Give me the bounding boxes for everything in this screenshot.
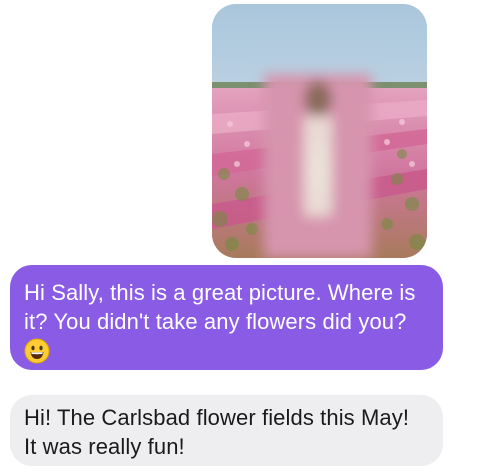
outgoing-message-line-2: it? You didn't take any flowers did you? bbox=[24, 309, 407, 334]
grinning-face-icon bbox=[24, 338, 50, 364]
incoming-message-bubble[interactable]: Hi! The Carlsbad flower fields this May!… bbox=[10, 395, 443, 466]
incoming-message-line-1: Hi! The Carlsbad flower fields this May! bbox=[24, 405, 410, 430]
outgoing-message-bubble[interactable]: Hi Sally, this is a great picture. Where… bbox=[10, 265, 443, 370]
outgoing-message-line-1: Hi Sally, this is a great picture. Where… bbox=[24, 280, 416, 305]
shared-photo[interactable] bbox=[212, 4, 427, 258]
flower-field-photo-icon bbox=[212, 4, 427, 258]
incoming-message-line-2: It was really fun! bbox=[24, 434, 185, 459]
chat-thread: Hi Sally, this is a great picture. Where… bbox=[0, 0, 500, 475]
